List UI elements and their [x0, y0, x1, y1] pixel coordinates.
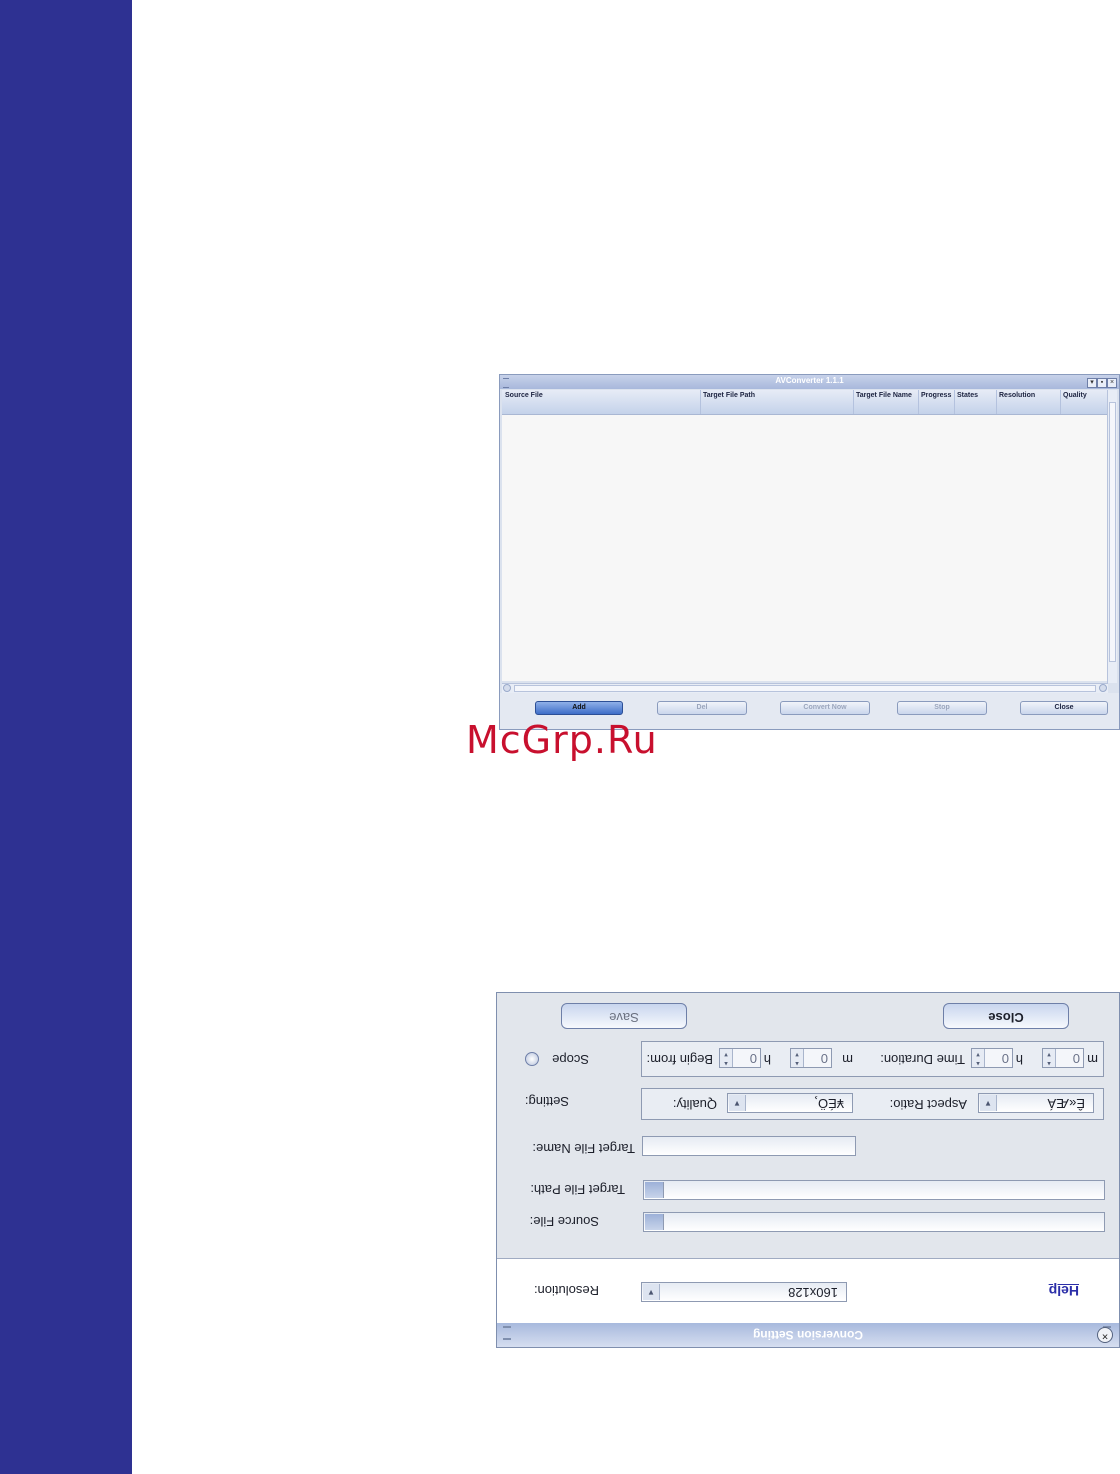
setting-label: Setting:	[524, 1094, 569, 1109]
quality-label: Quality:	[672, 1097, 717, 1112]
settings-title: Conversion Setting	[753, 1328, 864, 1342]
converter-window: AVConverter 1.1.1 ▾ ▪ × Source File Targ…	[499, 374, 1120, 730]
duration-hour-spinner[interactable]: 0 ▲ ▼	[971, 1048, 1013, 1068]
scope-radio[interactable]	[525, 1052, 539, 1066]
aspect-ratio-value: Ê«ÆÁ	[1047, 1096, 1085, 1111]
begin-minute-value: 0	[820, 1051, 828, 1066]
column-target-file-path[interactable]: Target File Path	[703, 392, 755, 399]
del-button[interactable]: Del	[657, 701, 747, 715]
settings-close-button[interactable]: Close	[943, 1003, 1069, 1029]
horizontal-scrollbar[interactable]	[502, 683, 1108, 693]
browse-icon[interactable]	[645, 1214, 664, 1230]
column-target-file-name[interactable]: Target File Name	[856, 392, 912, 399]
spinner-arrows-icon[interactable]: ▲ ▼	[1043, 1049, 1056, 1067]
quality-select[interactable]: ¥ÉÖ¸ ▼	[727, 1093, 853, 1113]
table-header: Source File Target File Path Target File…	[502, 390, 1108, 415]
converter-title: AVConverter 1.1.1	[775, 376, 844, 385]
begin-hour-value: 0	[749, 1051, 757, 1066]
stop-button[interactable]: Stop	[897, 701, 987, 715]
conversion-setting-wrapper: Conversion Setting × Help Resolution: 16…	[496, 992, 1120, 1348]
hour-unit-label: h	[1015, 1052, 1023, 1067]
setting-group: Quality: ¥ÉÖ¸ ▼ Aspect Ratio: Ê«ÆÁ ▼	[641, 1088, 1104, 1120]
column-source-file[interactable]: Source File	[505, 392, 543, 399]
column-quality[interactable]: Quality	[1063, 392, 1087, 399]
resolution-select[interactable]: 160x128 ▼	[641, 1282, 847, 1302]
resolution-value: 160x128	[788, 1285, 838, 1300]
scope-group: Begin from: 0 ▲ ▼ h 0 ▲ ▼ m Time Duration:…	[641, 1041, 1104, 1077]
scroll-left-icon[interactable]	[503, 684, 511, 692]
duration-minute-value: 0	[1072, 1051, 1080, 1066]
column-resolution[interactable]: Resolution	[999, 392, 1035, 399]
settings-resolution-panel: Help Resolution: 160x128 ▼	[497, 1258, 1119, 1323]
minimize-icon[interactable]: ▾	[1087, 378, 1097, 388]
target-name-input[interactable]	[642, 1136, 856, 1156]
scope-label: Scope	[552, 1052, 589, 1067]
aspect-ratio-select[interactable]: Ê«ÆÁ ▼	[978, 1093, 1094, 1113]
help-link[interactable]: Help	[1049, 1283, 1079, 1299]
close-button[interactable]: Close	[1020, 701, 1108, 715]
watermark: McGrp.Ru	[466, 718, 658, 762]
vertical-scroll-thumb[interactable]	[1109, 402, 1116, 662]
minute-unit-label: m	[1087, 1052, 1098, 1067]
begin-hour-spinner[interactable]: 0 ▲ ▼	[719, 1048, 761, 1068]
hour-unit-label: h	[763, 1052, 771, 1067]
spinner-arrows-icon[interactable]: ▲ ▼	[720, 1049, 733, 1067]
chevron-down-icon[interactable]: ▼	[729, 1095, 746, 1111]
converter-title-bar[interactable]: AVConverter 1.1.1 ▾ ▪ ×	[500, 375, 1119, 389]
duration-minute-spinner[interactable]: 0 ▲ ▼	[1042, 1048, 1084, 1068]
chevron-down-icon[interactable]: ▼	[980, 1095, 997, 1111]
conversion-setting-dialog: Conversion Setting × Help Resolution: 16…	[496, 992, 1120, 1348]
spinner-arrows-icon[interactable]: ▲ ▼	[791, 1049, 804, 1067]
minute-unit-label: m	[842, 1052, 853, 1067]
quality-value: ¥ÉÖ¸	[813, 1096, 844, 1111]
page-sidebar-band	[0, 0, 132, 1474]
settings-title-bar[interactable]: Conversion Setting ×	[497, 1323, 1119, 1347]
source-file-label: Source File:	[529, 1214, 599, 1229]
scroll-right-icon[interactable]	[1099, 684, 1107, 692]
chevron-down-icon[interactable]: ▼	[643, 1284, 660, 1300]
spinner-arrows-icon[interactable]: ▲ ▼	[972, 1049, 985, 1067]
target-path-field[interactable]	[643, 1180, 1105, 1200]
close-icon[interactable]: ×	[1107, 378, 1117, 388]
duration-hour-value: 0	[1001, 1051, 1009, 1066]
horizontal-scroll-thumb[interactable]	[514, 685, 1096, 692]
add-button[interactable]: Add	[535, 701, 623, 715]
close-icon[interactable]: ×	[1097, 1327, 1113, 1343]
resolution-label: Resolution:	[533, 1283, 599, 1298]
source-file-field[interactable]	[643, 1212, 1105, 1232]
target-name-label: Target File Name:	[532, 1141, 635, 1156]
browse-icon[interactable]	[645, 1182, 664, 1198]
column-progress[interactable]: Progress	[921, 392, 951, 399]
grip-icon	[503, 1326, 511, 1340]
column-states[interactable]: States	[957, 392, 978, 399]
vertical-scrollbar[interactable]	[1107, 390, 1117, 683]
target-path-label: Target File Path:	[530, 1182, 625, 1197]
maximize-icon[interactable]: ▪	[1097, 378, 1107, 388]
convert-now-button[interactable]: Convert Now	[780, 701, 870, 715]
begin-from-label: Begin from:	[646, 1052, 713, 1067]
conversion-list[interactable]	[502, 415, 1108, 681]
time-duration-label: Time Duration:	[880, 1052, 965, 1067]
save-button[interactable]: Save	[561, 1003, 687, 1029]
aspect-ratio-label: Aspect Ratio:	[889, 1097, 967, 1112]
begin-minute-spinner[interactable]: 0 ▲ ▼	[790, 1048, 832, 1068]
